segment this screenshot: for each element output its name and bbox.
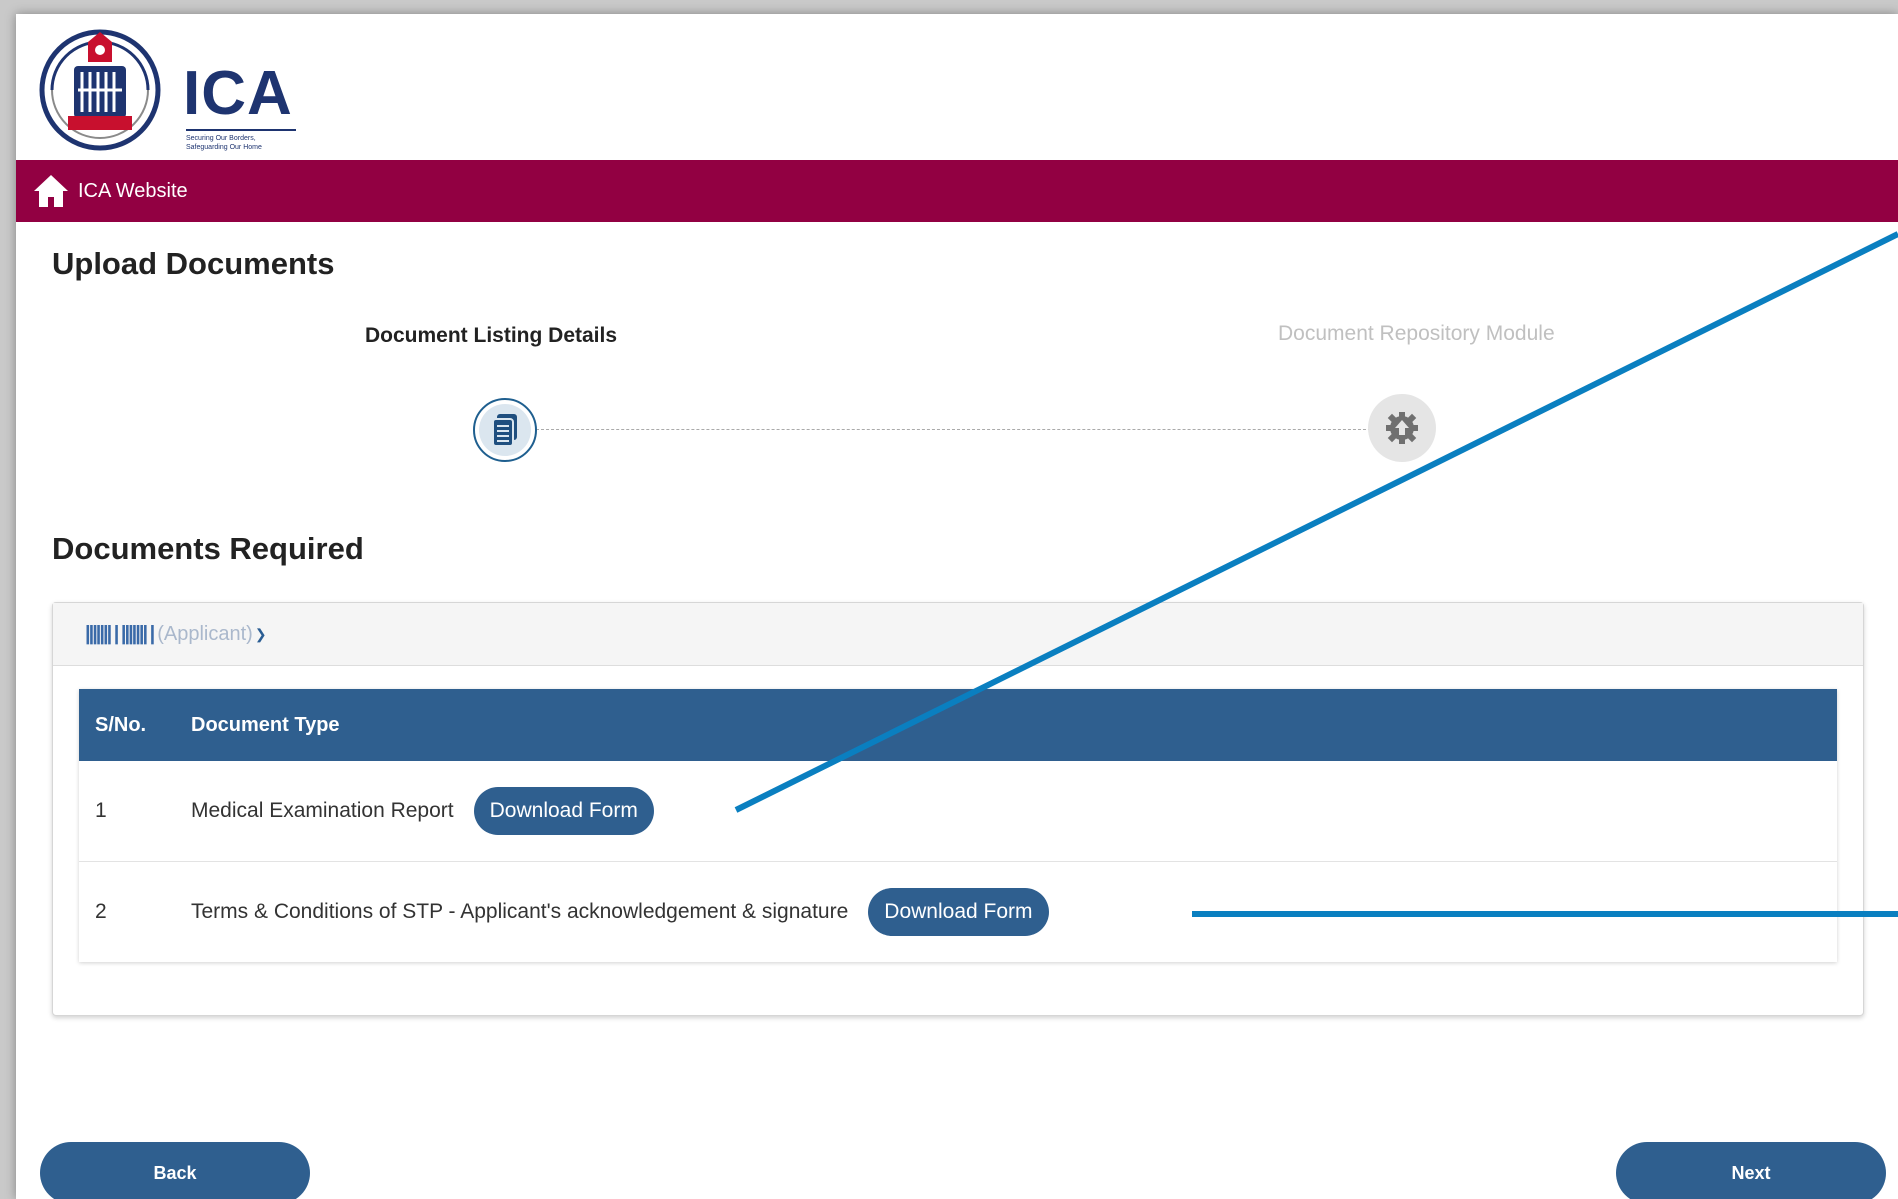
row-document-type: Terms & Conditions of STP - Applicant's … bbox=[191, 900, 849, 923]
step-document-listing[interactable] bbox=[473, 398, 537, 462]
step-document-listing-label: Document Listing Details bbox=[365, 324, 618, 347]
applicant-role-label: (Applicant) bbox=[157, 622, 253, 645]
row-document-type: Medical Examination Report bbox=[191, 799, 454, 822]
home-icon bbox=[34, 175, 68, 207]
applicant-accordion-toggle[interactable]: ||||||| | ||||||| | (Applicant) ❯ bbox=[53, 603, 1863, 666]
table-row: 1 Medical Examination Report Download Fo… bbox=[79, 761, 1837, 862]
applicant-documents-panel: ||||||| | ||||||| | (Applicant) ❯ S/No. … bbox=[52, 602, 1864, 1016]
download-form-button-terms[interactable]: Download Form bbox=[868, 888, 1049, 936]
ica-crest-icon bbox=[39, 29, 161, 151]
step-document-repository[interactable] bbox=[1368, 394, 1436, 462]
logo-wordmark: ICA bbox=[183, 59, 293, 128]
logo-divider bbox=[186, 129, 296, 131]
next-button[interactable]: Next bbox=[1616, 1142, 1886, 1199]
table-header-row: S/No. Document Type bbox=[79, 689, 1837, 761]
documents-table: S/No. Document Type 1 Medical Examinatio… bbox=[79, 689, 1837, 962]
chevron-down-icon: ❯ bbox=[254, 625, 267, 642]
top-navbar: ICA Website bbox=[16, 160, 1898, 222]
ica-website-link[interactable]: ICA Website bbox=[32, 172, 188, 210]
page-title: Upload Documents bbox=[52, 246, 335, 281]
table-row: 2 Terms & Conditions of STP - Applicant'… bbox=[79, 861, 1837, 962]
row-sn: 1 bbox=[79, 761, 175, 862]
stepper-connector bbox=[536, 429, 1376, 430]
column-header-sn: S/No. bbox=[79, 689, 175, 761]
ica-logo: ICA Securing Our Borders, Safeguarding O… bbox=[38, 28, 338, 158]
document-icon bbox=[492, 414, 517, 447]
column-header-document-type: Document Type bbox=[175, 689, 1837, 761]
upload-gear-icon bbox=[1386, 412, 1418, 444]
row-sn: 2 bbox=[79, 861, 175, 962]
back-button[interactable]: Back bbox=[40, 1142, 310, 1199]
applicant-name-redacted: ||||||| | ||||||| | bbox=[85, 622, 155, 645]
download-form-button-medical[interactable]: Download Form bbox=[473, 787, 654, 835]
logo-tagline: Securing Our Borders, Safeguarding Our H… bbox=[186, 135, 262, 151]
app-window: ICA Securing Our Borders, Safeguarding O… bbox=[16, 14, 1898, 1199]
step-document-repository-label: Document Repository Module bbox=[1278, 322, 1555, 345]
documents-required-heading: Documents Required bbox=[52, 531, 364, 566]
ica-website-label: ICA Website bbox=[78, 179, 188, 202]
